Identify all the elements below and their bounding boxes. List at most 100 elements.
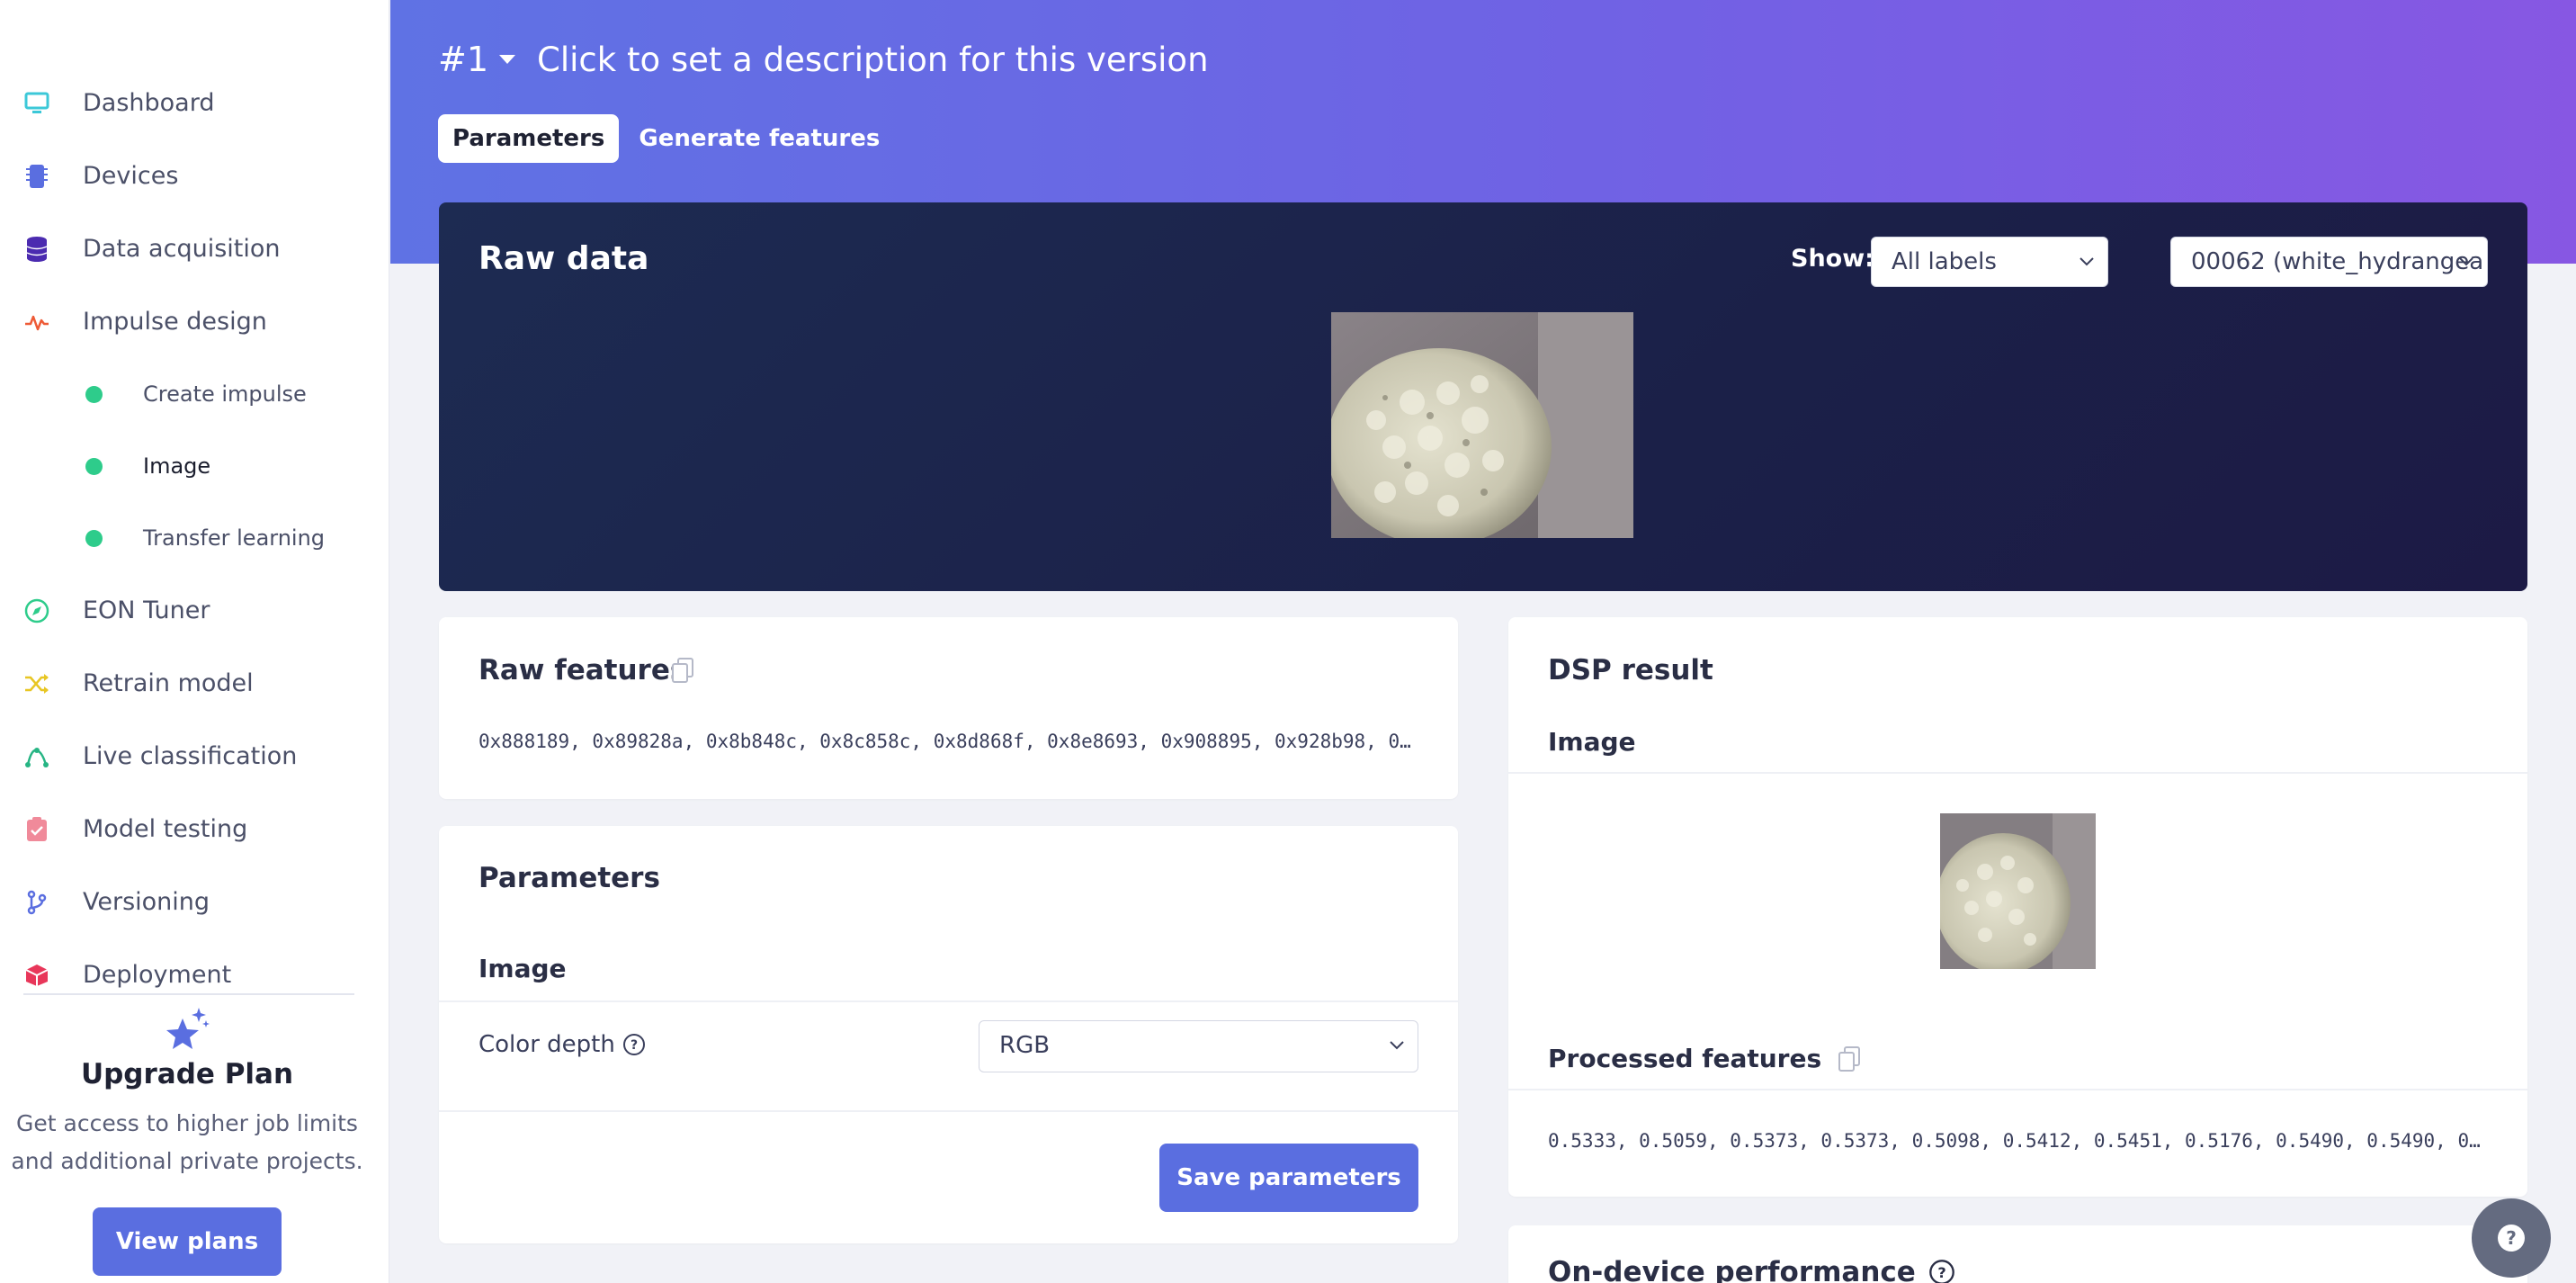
sample-value: 00062 (white_hydrangea — [2191, 248, 2484, 275]
sidebar-item-versioning[interactable]: Versioning — [0, 866, 389, 938]
sidebar-item-label: Impulse design — [83, 308, 267, 336]
color-depth-select[interactable]: RGB — [979, 1020, 1418, 1072]
copy-icon[interactable] — [671, 657, 694, 684]
divider — [23, 993, 354, 995]
sidebar-item-label: Model testing — [83, 815, 248, 843]
help-circle-icon[interactable]: ? — [622, 1033, 646, 1056]
on-device-header: On-device performance ? — [1548, 1256, 1955, 1283]
sparkle-star-icon — [0, 1006, 374, 1054]
raw-features-values: 0x888189, 0x89828a, 0x8b848c, 0x8c858c, … — [479, 731, 1414, 752]
version-number[interactable]: #1 — [438, 40, 488, 79]
color-depth-label-row: Color depth ? — [479, 1031, 646, 1058]
sidebar: Dashboard Devices Data acquisition Impul… — [0, 0, 389, 1283]
dsp-result-card: DSP result Image Processed features 0.53… — [1508, 617, 2527, 1197]
upgrade-plan-panel: Upgrade Plan Get access to higher job li… — [0, 999, 374, 1276]
svg-text:?: ? — [631, 1038, 638, 1053]
sidebar-item-label: Data acquisition — [83, 235, 281, 263]
graph-icon — [23, 743, 50, 770]
sidebar-item-label: Live classification — [83, 742, 298, 770]
sidebar-item-dashboard[interactable]: Dashboard — [0, 67, 389, 139]
sidebar-subitem-create-impulse[interactable]: Create impulse — [0, 358, 389, 430]
upgrade-description-line: Get access to higher job limits — [16, 1110, 358, 1136]
sidebar-item-label: Devices — [83, 162, 179, 190]
view-plans-button[interactable]: View plans — [93, 1207, 282, 1276]
tab-bar: Parameters Generate features — [438, 114, 899, 163]
on-device-performance-card: On-device performance ? — [1508, 1225, 2527, 1283]
parameters-card: Parameters Image Color depth ? RGB Save … — [439, 826, 1458, 1243]
sidebar-nav: Dashboard Devices Data acquisition Impul… — [0, 67, 389, 993]
upgrade-description: Get access to higher job limits and addit… — [0, 1105, 374, 1180]
sidebar-item-eon-tuner[interactable]: EON Tuner — [0, 574, 389, 647]
status-dot — [85, 529, 103, 547]
sidebar-item-live-classification[interactable]: Live classification — [0, 720, 389, 793]
chevron-down-icon — [2080, 257, 2094, 266]
svg-text:?: ? — [2506, 1227, 2517, 1249]
label-filter-select[interactable]: All labels — [1871, 237, 2108, 287]
sample-select[interactable]: 00062 (white_hydrangea — [2170, 237, 2488, 287]
label-filter-value: All labels — [1892, 248, 1997, 275]
sidebar-item-deployment[interactable]: Deployment — [0, 938, 389, 993]
database-icon — [23, 236, 50, 263]
version-description[interactable]: Click to set a description for this vers… — [537, 40, 1209, 79]
parameters-section-title: Image — [479, 954, 567, 983]
help-circle-icon: ? — [2498, 1225, 2525, 1252]
sidebar-item-label: Retrain model — [83, 669, 254, 697]
show-label: Show: — [1791, 245, 1874, 273]
version-selector[interactable]: #1 Click to set a description for this v… — [438, 40, 1209, 79]
sidebar-subitem-image[interactable]: Image — [0, 430, 389, 502]
divider — [1508, 772, 2527, 774]
help-button[interactable]: ? — [2472, 1198, 2551, 1278]
raw-sample-image — [1331, 312, 1633, 538]
parameters-title: Parameters — [479, 862, 660, 894]
pulse-icon — [23, 309, 50, 336]
sidebar-item-data-acquisition[interactable]: Data acquisition — [0, 212, 389, 285]
help-circle-icon[interactable]: ? — [1928, 1259, 1955, 1283]
sidebar-item-label: EON Tuner — [83, 597, 210, 624]
sidebar-item-retrain-model[interactable]: Retrain model — [0, 647, 389, 720]
chip-icon — [23, 163, 50, 190]
sidebar-subitem-transfer-learning[interactable]: Transfer learning — [0, 502, 389, 574]
upgrade-description-line: and additional private projects. — [11, 1148, 363, 1174]
sidebar-item-label: Deployment — [83, 961, 232, 989]
sidebar-item-model-testing[interactable]: Model testing — [0, 793, 389, 866]
branch-icon — [23, 889, 50, 916]
compass-icon — [23, 597, 50, 624]
chevron-down-icon — [2459, 257, 2473, 266]
color-depth-value: RGB — [999, 1032, 1051, 1059]
upgrade-title: Upgrade Plan — [80, 1058, 294, 1090]
sidebar-item-devices[interactable]: Devices — [0, 139, 389, 212]
raw-data-title: Raw data — [479, 240, 649, 277]
dsp-result-title: DSP result — [1548, 654, 1713, 686]
status-dot — [85, 385, 103, 403]
sidebar-subitem-label: Image — [143, 453, 211, 479]
divider — [439, 1000, 1458, 1002]
processed-image-preview — [1940, 813, 2096, 969]
processed-features-title: Processed features — [1548, 1044, 1822, 1073]
chevron-down-icon — [1390, 1041, 1404, 1050]
tab-generate-features[interactable]: Generate features — [624, 114, 894, 163]
clipboard-check-icon — [23, 816, 50, 843]
processed-features-header: Processed features — [1548, 1044, 1861, 1073]
box-icon — [23, 962, 50, 989]
dsp-image-label: Image — [1548, 727, 1636, 757]
raw-features-title: Raw features — [479, 654, 687, 686]
tab-parameters[interactable]: Parameters — [438, 114, 620, 163]
divider — [439, 1110, 1458, 1112]
processed-features-values: 0.5333, 0.5059, 0.5373, 0.5373, 0.5098, … — [1548, 1130, 2483, 1152]
save-parameters-button[interactable]: Save parameters — [1159, 1144, 1418, 1212]
sidebar-subitem-label: Transfer learning — [143, 525, 326, 551]
on-device-title: On-device performance — [1548, 1256, 1916, 1283]
raw-data-panel: Raw data Show: All labels 00062 (white_h… — [439, 202, 2527, 591]
copy-icon[interactable] — [1838, 1045, 1861, 1072]
svg-text:?: ? — [1937, 1264, 1945, 1281]
color-depth-label: Color depth — [479, 1031, 615, 1058]
sidebar-item-impulse-design[interactable]: Impulse design — [0, 285, 389, 358]
sidebar-subitem-label: Create impulse — [143, 381, 307, 407]
status-dot — [85, 457, 103, 475]
sidebar-item-label: Dashboard — [83, 89, 215, 117]
sidebar-item-label: Versioning — [83, 888, 210, 916]
caret-down-icon[interactable] — [499, 55, 516, 64]
monitor-icon — [23, 90, 50, 117]
divider — [1508, 1089, 2527, 1090]
raw-features-card: Raw features 0x888189, 0x89828a, 0x8b848… — [439, 617, 1458, 799]
